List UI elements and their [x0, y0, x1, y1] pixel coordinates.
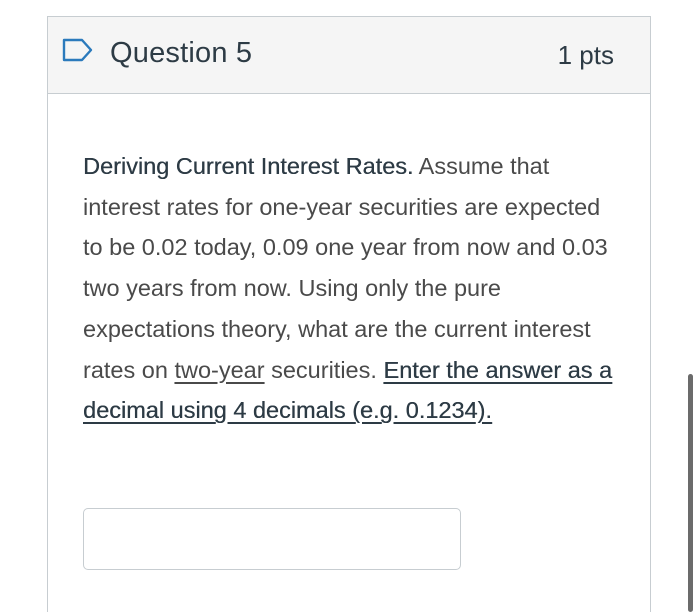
question-text-part-2: securities.: [264, 356, 384, 383]
question-title: Question 5: [110, 37, 253, 69]
scrollbar[interactable]: [688, 374, 693, 612]
question-header: Question 5 1 pts: [48, 17, 650, 94]
quiz-page: Question 5 1 pts Deriving Current Intere…: [0, 0, 700, 612]
question-text: Deriving Current Interest Rates. Assume …: [83, 146, 613, 431]
question-card: Question 5 1 pts Deriving Current Intere…: [47, 16, 651, 612]
flag-question-icon[interactable]: [62, 38, 94, 62]
question-heading: Deriving Current Interest Rates.: [83, 153, 414, 179]
question-points: 1 pts: [557, 40, 614, 70]
answer-input[interactable]: [83, 508, 461, 570]
question-text-part-1: Assume that interest rates for one-year …: [83, 153, 608, 383]
emphasis-term: two-year: [174, 356, 265, 383]
